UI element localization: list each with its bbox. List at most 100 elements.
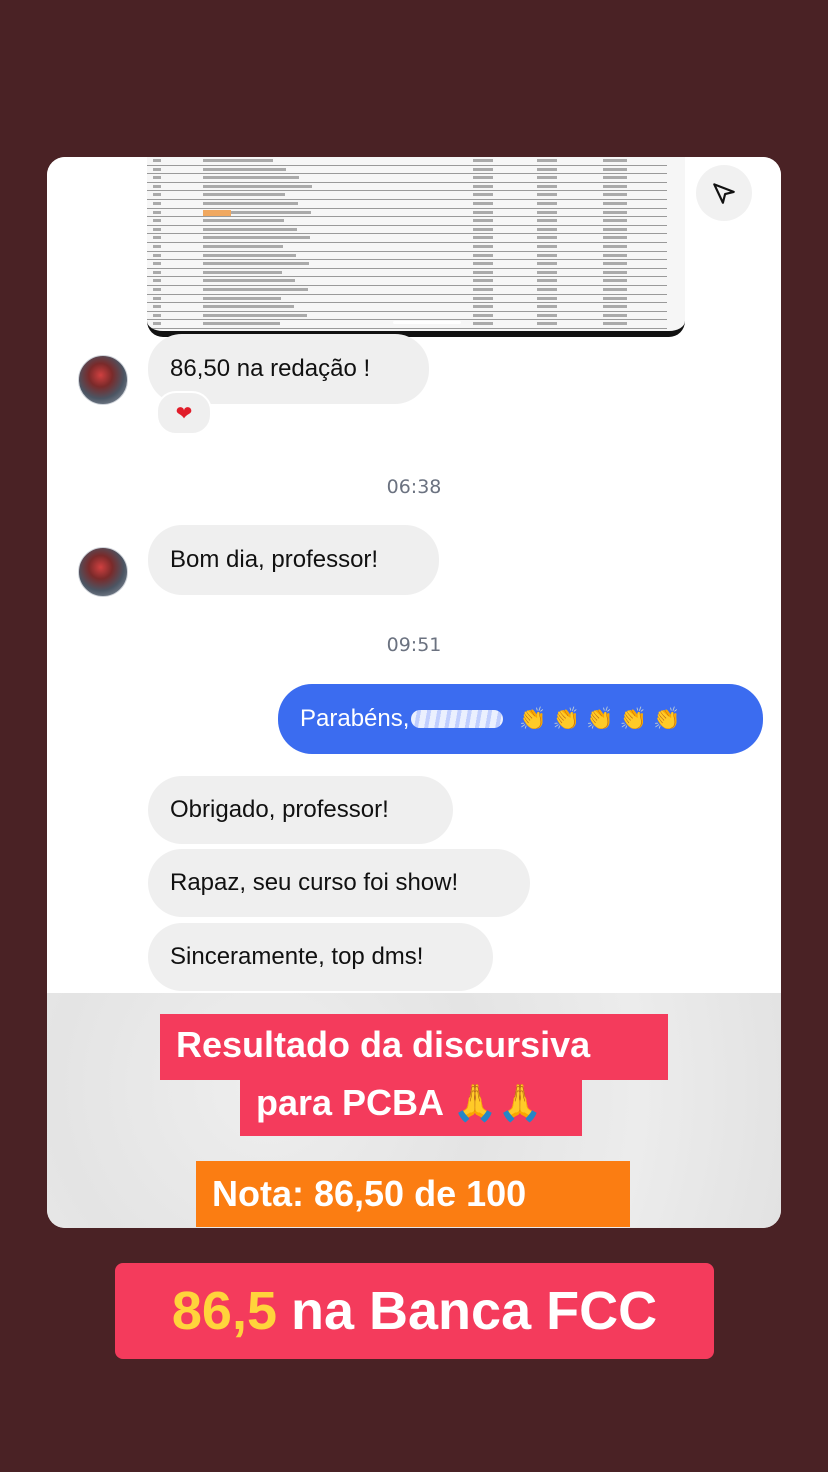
spreadsheet-cell (203, 313, 307, 317)
outgoing-message-bubble[interactable]: Parabéns, 👏👏👏👏👏 (278, 684, 763, 754)
spreadsheet-cell (203, 322, 280, 326)
spreadsheet-cell (153, 253, 161, 257)
spreadsheet-cell (537, 287, 557, 291)
highlighted-name-cell (203, 210, 231, 216)
spreadsheet-cell (473, 236, 493, 240)
spreadsheet-cell (203, 236, 310, 240)
spreadsheet-cell (203, 270, 282, 274)
spreadsheet-cell (203, 201, 298, 205)
message-text: 86,50 na redação ! (170, 355, 371, 382)
spreadsheet-cell (153, 322, 161, 326)
spreadsheet-cell (473, 227, 493, 231)
spreadsheet-cell (537, 227, 557, 231)
spreadsheet-cell (153, 184, 161, 188)
spreadsheet-row (147, 312, 667, 321)
spreadsheet-cell (153, 244, 161, 248)
spreadsheet-row (147, 183, 667, 192)
spreadsheet-row (147, 303, 667, 312)
spreadsheet-cell (537, 193, 557, 197)
spreadsheet-cell (473, 253, 493, 257)
spreadsheet-cell (473, 305, 493, 309)
spreadsheet-cell (473, 313, 493, 317)
spreadsheet-cell (537, 253, 557, 257)
spreadsheet-cell (537, 322, 557, 326)
spreadsheet-cell (473, 176, 493, 180)
spreadsheet-cell (603, 287, 627, 291)
spreadsheet-cell (603, 322, 627, 326)
spreadsheet-cell (473, 244, 493, 248)
spreadsheet-row (147, 243, 667, 252)
spreadsheet-cell (603, 270, 627, 274)
spreadsheet-cell (603, 296, 627, 300)
spreadsheet-cell (603, 262, 627, 266)
spreadsheet-cell (203, 287, 308, 291)
spreadsheet-rows (147, 157, 667, 329)
spreadsheet-cell (473, 159, 493, 162)
spreadsheet-cell (473, 201, 493, 205)
spreadsheet-cell (153, 193, 161, 197)
spreadsheet-row (147, 252, 667, 261)
spreadsheet-cell (153, 236, 161, 240)
spreadsheet-row (147, 269, 667, 278)
spreadsheet-cell (473, 193, 493, 197)
spreadsheet-row (147, 200, 667, 209)
score-caption: Nota: 86,50 de 100 (196, 1161, 630, 1227)
message-text: Obrigado, professor! (170, 796, 389, 823)
message-bubble[interactable]: Bom dia, professor! (148, 525, 439, 595)
heart-reaction[interactable]: ❤ (156, 391, 212, 435)
spreadsheet-cell (537, 184, 557, 188)
spreadsheet-row (147, 166, 667, 175)
spreadsheet-cell (603, 159, 627, 162)
spreadsheet-cell (537, 270, 557, 274)
spreadsheet-cell (537, 244, 557, 248)
heart-icon: ❤ (175, 402, 193, 425)
spreadsheet-cell (153, 201, 161, 205)
spreadsheet-cell (473, 270, 493, 274)
avatar[interactable] (78, 355, 128, 405)
spreadsheet-cell (473, 279, 493, 283)
spreadsheet-cell (537, 167, 557, 171)
spreadsheet-cell (203, 176, 299, 180)
spreadsheet-row (147, 157, 667, 166)
spreadsheet-cell (603, 236, 627, 240)
spreadsheet-cell (473, 322, 493, 326)
result-banner: 86,5 na Banca FCC (115, 1263, 714, 1359)
spreadsheet-cell (153, 159, 161, 162)
spreadsheet-cell (203, 184, 312, 188)
banner-score: 86,5 (171, 1281, 277, 1341)
story-card: 86,50 na redação ! ❤ 06:38 Bom dia, prof… (47, 157, 781, 1228)
avatar[interactable] (78, 547, 128, 597)
spreadsheet-cell (473, 210, 493, 214)
spreadsheet-cell (203, 305, 294, 309)
spreadsheet-cell (153, 313, 161, 317)
spreadsheet-cell (537, 210, 557, 214)
spreadsheet-cell (603, 227, 627, 231)
spreadsheet-cell (473, 262, 493, 266)
spreadsheet-cell (537, 313, 557, 317)
home-indicator (393, 321, 461, 324)
message-text: Sinceramente, top dms! (170, 943, 424, 970)
message-text: Rapaz, seu curso foi show! (170, 869, 459, 896)
spreadsheet-preview (147, 157, 685, 337)
spreadsheet-cell (203, 167, 286, 171)
spreadsheet-cell (153, 287, 161, 291)
spreadsheet-row (147, 286, 667, 295)
spreadsheet-row (147, 191, 667, 200)
spreadsheet-cell (153, 270, 161, 274)
spreadsheet-cell (203, 253, 296, 257)
message-bubble[interactable]: Sinceramente, top dms! (148, 923, 493, 991)
spreadsheet-cell (153, 227, 161, 231)
spreadsheet-row (147, 234, 667, 243)
spreadsheet-cell (153, 219, 161, 223)
spreadsheet-row (147, 226, 667, 235)
spreadsheet-cell (603, 184, 627, 188)
chat-screenshot: 86,50 na redação ! ❤ 06:38 Bom dia, prof… (47, 157, 781, 993)
message-bubble[interactable]: Rapaz, seu curso foi show! (148, 849, 530, 917)
spreadsheet-cell (203, 219, 284, 223)
send-button[interactable] (696, 165, 752, 221)
spreadsheet-cell (203, 159, 273, 162)
spreadsheet-cell (153, 279, 161, 283)
message-bubble[interactable]: Obrigado, professor! (148, 776, 453, 844)
message-text: Bom dia, professor! (170, 546, 379, 573)
spreadsheet-cell (203, 296, 281, 300)
